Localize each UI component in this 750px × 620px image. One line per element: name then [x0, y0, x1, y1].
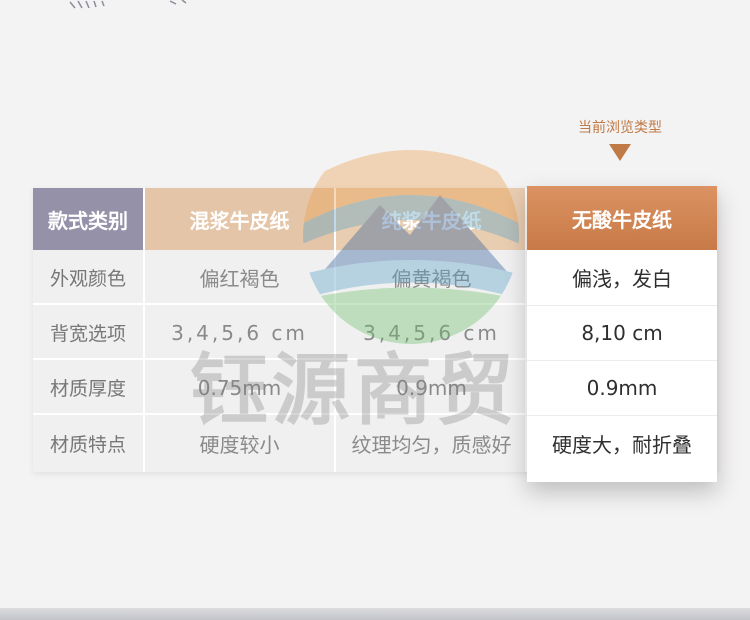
- divider: [143, 188, 145, 472]
- watermark-logo: [303, 150, 519, 344]
- header-category: 款式类别: [33, 188, 143, 250]
- row-label-spine-width: 背宽选项: [49, 323, 126, 345]
- row-label-color: 外观颜色: [49, 268, 126, 290]
- bottom-bar: [0, 608, 750, 620]
- top-decoration: [69, 0, 187, 9]
- row-label-thickness: 材质厚度: [49, 378, 126, 400]
- selected-column[interactable]: 无酸牛皮纸 偏浅，发白 8,10 cm 0.9mm 硬度大，耐折叠: [527, 186, 717, 482]
- watermark-text: 钰源商贸: [190, 345, 519, 436]
- header-acid-free-kraft: 无酸牛皮纸: [527, 186, 717, 250]
- acid-free-features: 硬度大，耐折叠: [552, 433, 692, 457]
- acid-free-color: 偏浅，发白: [572, 267, 672, 291]
- down-arrow-icon: [609, 144, 631, 161]
- acid-free-spine-width: 8,10 cm: [581, 320, 663, 345]
- row-label-features: 材质特点: [49, 434, 126, 456]
- acid-free-thickness: 0.9mm: [586, 375, 658, 400]
- current-type-hint: 当前浏览类型: [578, 120, 662, 136]
